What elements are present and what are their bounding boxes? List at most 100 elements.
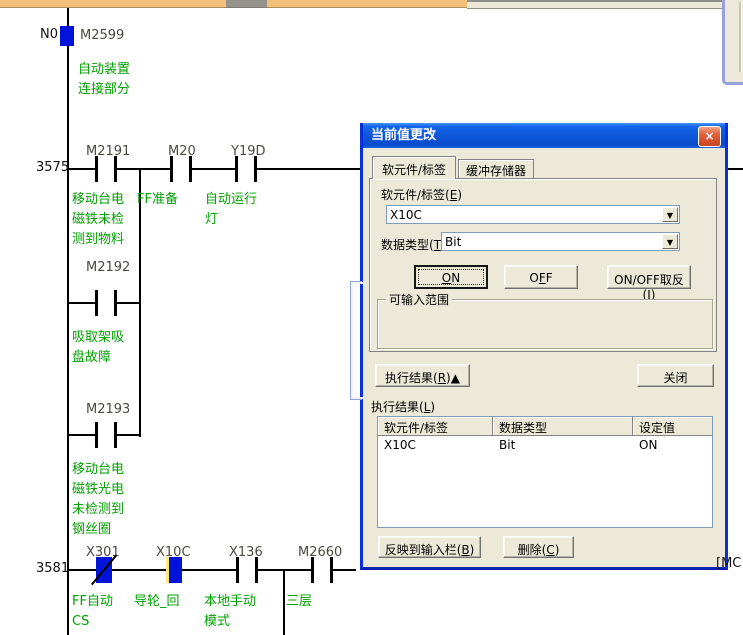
- selection-bracket-artifact: [351, 282, 363, 399]
- contact-m2192[interactable]: [95, 290, 117, 316]
- table-cell-datatype: Bit: [493, 436, 633, 454]
- tab-buffer-memory[interactable]: 缓冲存储器: [458, 159, 534, 179]
- contact-x10c-on[interactable]: [166, 557, 182, 583]
- device-comment: 导轮_回: [134, 592, 180, 612]
- exec-result-toggle-button[interactable]: 执行结果(R)▲: [375, 364, 470, 387]
- contact-m2193[interactable]: [95, 422, 117, 448]
- table-cell-device: X10C: [378, 436, 493, 454]
- off-button[interactable]: OFF: [504, 265, 578, 289]
- device-field-label: 软元件/标签(E): [381, 186, 462, 203]
- contact-m2191[interactable]: [95, 156, 117, 182]
- button-mnemonic: F: [539, 271, 546, 285]
- comment-line: 移动台电: [72, 190, 124, 210]
- dialog-titlebar[interactable]: 当前值更改 ×: [363, 123, 725, 148]
- device-comment: 移动台电 磁铁未检 测到物料: [72, 190, 124, 250]
- chevron-down-icon[interactable]: ▼: [662, 234, 678, 249]
- button-text: 删除(: [518, 543, 547, 557]
- comment-line: 未检测到: [72, 500, 124, 520]
- contact-m20[interactable]: [170, 156, 192, 182]
- close-icon[interactable]: ×: [698, 126, 721, 147]
- button-mnemonic: C: [546, 543, 554, 557]
- button-text: )▲: [446, 371, 460, 385]
- device-comment: 移动台电 磁铁光电 未检测到 钢丝圈: [72, 460, 124, 540]
- device-label: M2192: [86, 260, 130, 275]
- button-mnemonic: R: [438, 371, 446, 385]
- background-window-fragment: [722, 0, 743, 85]
- reflect-to-input-button[interactable]: 反映到输入栏(B): [378, 536, 481, 558]
- device-comment: 自动运行 灯: [205, 190, 257, 230]
- table-header-datatype[interactable]: 数据类型: [493, 417, 633, 436]
- comment-line: 自动装置: [78, 60, 130, 80]
- device-tab-panel: 软元件/标签(E) X10C ▼ 数据类型(T) Bit ▼ ON: [369, 178, 717, 352]
- rung-number: 3581: [36, 561, 69, 576]
- button-text: 反映到输入栏(: [385, 543, 462, 557]
- label-text: 执行结果(: [371, 400, 424, 414]
- rung-number: 3575: [36, 160, 69, 175]
- table-row[interactable]: X10C Bit ON: [378, 436, 712, 454]
- mc-instruction: [MC: [716, 556, 741, 571]
- button-text: 执行结果(: [385, 371, 438, 385]
- comment-line: 模式: [204, 612, 256, 632]
- comment-line: 钢丝圈: [72, 520, 124, 540]
- branch-vertical-line: [283, 569, 285, 635]
- comment-line: 移动台电: [72, 460, 124, 480]
- comment-line: CS: [72, 612, 113, 632]
- button-text: ): [470, 543, 475, 557]
- label-text: 软元件/标签(: [381, 188, 450, 202]
- on-off-toggle-button[interactable]: ON/OFF取反(I): [607, 265, 691, 289]
- window-fragment-groove: [739, 2, 742, 72]
- contact-x301-nc-on[interactable]: [96, 557, 112, 583]
- current-value-change-dialog: 当前值更改 × 软元件/标签 缓冲存储器 软元件/标签(E) X10C ▼ 数据…: [360, 123, 728, 570]
- input-range-label: 可输入范围: [386, 291, 452, 308]
- device-combobox-value: X10C: [390, 208, 422, 222]
- device-combobox[interactable]: X10C ▼: [386, 205, 680, 224]
- focus-rect: [418, 269, 484, 285]
- comment-line: 三层: [286, 592, 312, 612]
- screen: N0 M2599 自动装置 连接部分 3575 M2191 M20 Y19D 移…: [0, 0, 743, 635]
- label-text: 数据类型(: [381, 238, 434, 252]
- comment-line: 盘故障: [72, 348, 124, 368]
- datatype-field-label: 数据类型(T): [381, 236, 446, 253]
- contact-m2660[interactable]: [311, 557, 333, 583]
- device-label: M2599: [80, 28, 124, 43]
- comment-line: 连接部分: [78, 80, 130, 100]
- toolbar-fragment-left: [0, 0, 226, 8]
- exec-result-list-label: 执行结果(L): [371, 398, 435, 415]
- table-cell-setvalue: ON: [633, 436, 712, 454]
- button-text: ): [555, 543, 560, 557]
- toolbar-fragment-gray: [226, 0, 267, 8]
- table-header-setvalue[interactable]: 设定值: [633, 417, 712, 436]
- datatype-combobox[interactable]: Bit ▼: [441, 232, 680, 251]
- device-comment: 自动装置 连接部分: [78, 60, 130, 100]
- comment-line: 本地手动: [204, 592, 256, 612]
- device-comment: FF准备: [137, 190, 178, 210]
- label-text: ): [430, 400, 435, 414]
- network-label: N0: [40, 27, 58, 42]
- device-comment: FF自动 CS: [72, 592, 113, 632]
- button-text: F: [546, 271, 553, 285]
- comment-line: 吸取架吸: [72, 328, 124, 348]
- comment-line: 导轮_回: [134, 592, 180, 612]
- comment-line: 自动运行: [205, 190, 257, 210]
- contact-y19d[interactable]: [235, 156, 257, 182]
- edit-cursor[interactable]: [60, 26, 74, 46]
- comment-line: FF自动: [72, 592, 113, 612]
- dialog-title: 当前值更改: [371, 128, 436, 143]
- delete-button[interactable]: 删除(C): [503, 536, 574, 558]
- contact-x136[interactable]: [236, 557, 258, 583]
- tab-device-label[interactable]: 软元件/标签: [372, 156, 456, 179]
- button-mnemonic: B: [461, 543, 469, 557]
- chevron-down-icon[interactable]: ▼: [662, 207, 678, 222]
- ladder-left-rail: [67, 8, 69, 635]
- on-button[interactable]: ON: [414, 265, 488, 289]
- device-comment: 吸取架吸 盘故障: [72, 328, 124, 368]
- toolbar-fragment-mid: [267, 0, 467, 8]
- comment-line: FF准备: [137, 190, 178, 210]
- close-button[interactable]: 关闭: [637, 364, 714, 387]
- rung-line-right-sliver: [728, 168, 743, 170]
- datatype-combobox-value: Bit: [445, 235, 461, 249]
- comment-line: 测到物料: [72, 230, 124, 250]
- table-header-device[interactable]: 软元件/标签: [378, 417, 493, 436]
- dialog-body: 软元件/标签 缓冲存储器 软元件/标签(E) X10C ▼ 数据类型(T) Bi…: [363, 148, 725, 567]
- toolbar-fragment-right: [467, 0, 722, 9]
